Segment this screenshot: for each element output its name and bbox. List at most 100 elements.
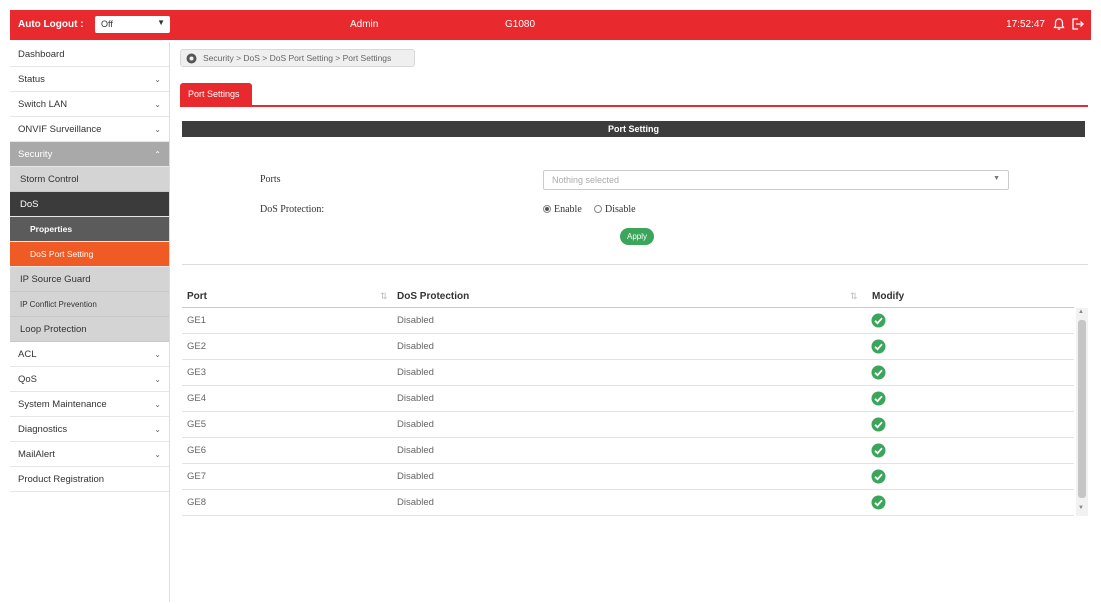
sidebar-item-security[interactable]: Security ⌃ [10,142,169,167]
sidebar-item-label: Product Registration [18,474,105,485]
auto-logout-label: Auto Logout : [18,19,84,30]
dos-status-cell: Disabled [397,445,434,456]
sidebar-item-label: QoS [18,374,38,385]
sidebar-item-onvif[interactable]: ONVIF Surveillance ⌄ [10,117,169,142]
sidebar-item-acl[interactable]: ACL ⌄ [10,342,169,367]
logout-icon[interactable] [1071,17,1085,31]
sidebar-item-label: Storm Control [20,174,79,185]
sidebar-item-loop-protection[interactable]: Loop Protection [10,317,169,342]
section-header: Port Setting [182,121,1085,137]
scrollbar-thumb[interactable] [1078,320,1086,498]
port-cell: GE3 [187,367,207,378]
chevron-down-icon: ⌄ [154,450,161,459]
breadcrumb: Security > DoS > DoS Port Setting > Port… [180,49,415,67]
sort-icon[interactable]: ⇅ [380,291,388,302]
tab-port-settings[interactable]: Port Settings [180,83,252,105]
dos-status-cell: Disabled [397,367,434,378]
port-cell: GE6 [187,445,207,456]
sidebar-item-ip-source-guard[interactable]: IP Source Guard [10,267,169,292]
sidebar-item-label: Switch LAN [18,99,68,110]
gear-icon [186,53,197,64]
check-circle-icon[interactable] [871,391,886,406]
sidebar-item-label: Diagnostics [18,424,68,435]
sidebar-item-label: Status [18,74,45,85]
column-header-modify: Modify [872,291,905,302]
sidebar-item-label: System Maintenance [18,399,107,410]
disable-radio[interactable]: Disable [594,204,636,215]
check-circle-icon[interactable] [871,365,886,380]
check-circle-icon[interactable] [871,469,886,484]
table-row: GE8 Disabled [182,490,1074,516]
tab-underline [180,105,1088,107]
check-circle-icon[interactable] [871,339,886,354]
breadcrumb-text: Security > DoS > DoS Port Setting > Port… [203,53,392,63]
sidebar-item-label: ACL [18,349,37,360]
sidebar-item-dashboard[interactable]: Dashboard [10,42,169,67]
auto-logout-value: Off [101,19,113,29]
clock-time: 17:52:47 [1006,19,1045,30]
chevron-down-icon: ⌄ [154,100,161,109]
dos-status-cell: Disabled [397,471,434,482]
apply-button[interactable]: Apply [620,228,654,245]
sidebar-item-product-registration[interactable]: Product Registration [10,467,169,492]
table-row: GE1 Disabled [182,308,1074,334]
check-circle-icon[interactable] [871,443,886,458]
device-model: G1080 [505,19,536,30]
scroll-down-icon[interactable]: ▼ [1078,505,1084,511]
chevron-down-icon: ▼ [157,18,165,27]
sidebar-item-dos-port-setting[interactable]: DoS Port Setting [10,242,169,267]
sidebar-item-dos[interactable]: DoS [10,192,169,217]
top-bar: Auto Logout : Off ▼ Admin G1080 17:52:47 [10,10,1091,40]
radio-selected-icon [543,205,551,213]
table-row: GE5 Disabled [182,412,1074,438]
sort-icon[interactable]: ⇅ [850,291,858,302]
chevron-down-icon: ⌄ [154,350,161,359]
table-row: GE3 Disabled [182,360,1074,386]
port-cell: GE8 [187,497,207,508]
port-cell: GE7 [187,471,207,482]
dos-status-cell: Disabled [397,341,434,352]
sidebar-item-status[interactable]: Status ⌄ [10,67,169,92]
sidebar-item-properties[interactable]: Properties [10,217,169,242]
bell-icon[interactable] [1052,17,1066,31]
table-row: GE6 Disabled [182,438,1074,464]
chevron-down-icon: ⌄ [154,425,161,434]
chevron-down-icon: ▼ [993,175,1000,182]
port-cell: GE1 [187,315,207,326]
sidebar-item-diagnostics[interactable]: Diagnostics ⌄ [10,417,169,442]
ports-placeholder: Nothing selected [552,175,620,185]
ports-label: Ports [260,174,281,185]
ports-select[interactable]: Nothing selected ▼ [543,170,1009,190]
dos-protection-label: DoS Protection: [260,204,325,215]
sidebar-item-storm-control[interactable]: Storm Control [10,167,169,192]
enable-radio[interactable]: Enable [543,204,582,215]
port-cell: GE4 [187,393,207,404]
check-circle-icon[interactable] [871,495,886,510]
disable-label: Disable [605,204,636,215]
radio-empty-icon [594,205,602,213]
chevron-down-icon: ⌄ [154,400,161,409]
column-header-port[interactable]: Port [187,291,207,302]
check-circle-icon[interactable] [871,313,886,328]
chevron-down-icon: ⌄ [154,75,161,84]
sidebar-item-label: Loop Protection [20,324,87,335]
user-name: Admin [350,19,379,30]
scroll-up-icon[interactable]: ▲ [1078,309,1084,315]
column-header-dos-protection[interactable]: DoS Protection [397,291,469,302]
auto-logout-select[interactable]: Off ▼ [95,16,170,33]
sidebar-item-label: DoS Port Setting [30,249,94,259]
sidebar-item-ip-conflict-prevention[interactable]: IP Conflict Prevention [10,292,169,317]
table-row: GE7 Disabled [182,464,1074,490]
sidebar-item-system-maintenance[interactable]: System Maintenance ⌄ [10,392,169,417]
sidebar-item-mailalert[interactable]: MailAlert ⌄ [10,442,169,467]
table-header: Port ⇅ DoS Protection ⇅ Modify [182,286,1074,308]
sidebar-item-label: DoS [20,199,39,210]
table-row: GE4 Disabled [182,386,1074,412]
sidebar-item-qos[interactable]: QoS ⌄ [10,367,169,392]
check-circle-icon[interactable] [871,417,886,432]
divider [182,264,1088,265]
sidebar-item-switch-lan[interactable]: Switch LAN ⌄ [10,92,169,117]
port-cell: GE5 [187,419,207,430]
dos-status-cell: Disabled [397,497,434,508]
chevron-down-icon: ⌄ [154,125,161,134]
